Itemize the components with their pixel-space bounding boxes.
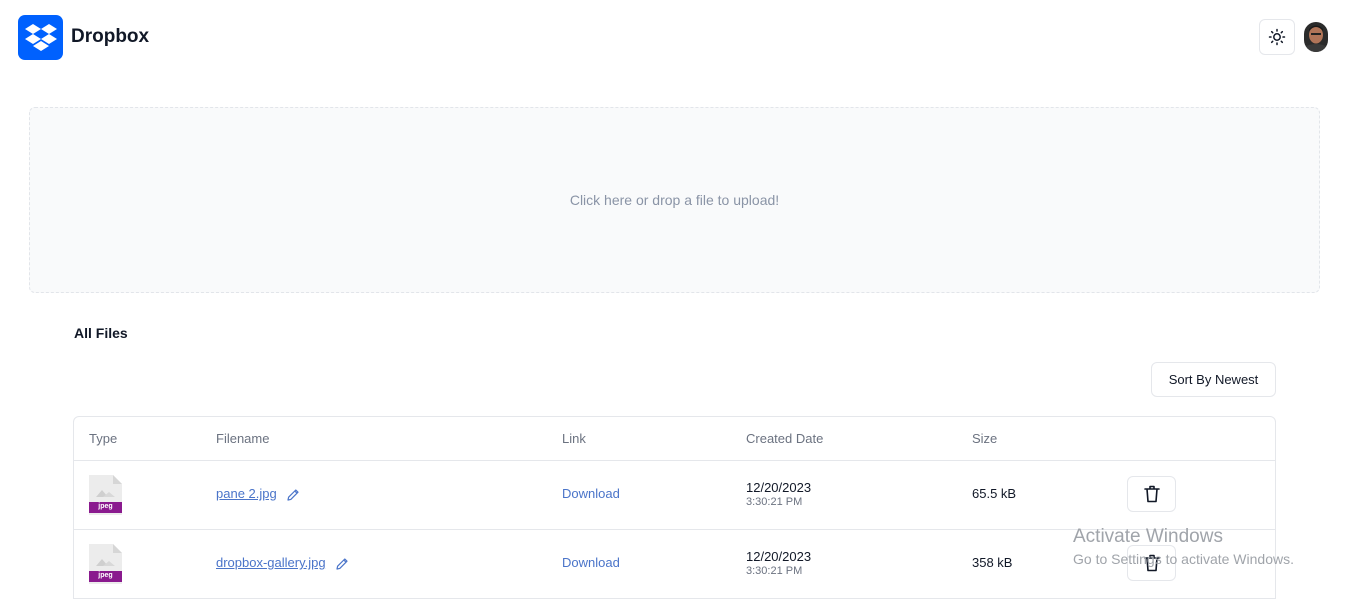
dropzone-text: Click here or drop a file to upload! (569, 192, 780, 208)
column-header-size: Size (972, 431, 998, 446)
file-size: 358 kB (972, 555, 1013, 570)
table-header: Type Filename Link Created Date Size (74, 417, 1275, 461)
files-table: Type Filename Link Created Date Size jpe… (73, 416, 1276, 599)
sort-button[interactable]: Sort By Newest (1151, 362, 1276, 397)
section-title: All Files (74, 325, 128, 341)
jpeg-file-icon: jpeg (89, 544, 122, 584)
created-time: 3:30:21 PM (746, 496, 803, 508)
activate-windows-watermark: Activate Windows Go to Settings to activ… (1073, 526, 1294, 567)
edit-pencil-icon[interactable] (286, 488, 300, 502)
file-size: 65.5 kB (972, 486, 1017, 501)
sun-icon (1268, 28, 1286, 46)
watermark-subtitle: Go to Settings to activate Windows. (1073, 551, 1294, 567)
filename-link[interactable]: dropbox-gallery.jpg (216, 555, 326, 570)
created-date: 12/20/2023 (746, 480, 812, 495)
watermark-title: Activate Windows (1073, 526, 1223, 547)
created-date: 12/20/2023 (746, 549, 812, 564)
file-type-label: jpeg (98, 572, 113, 579)
column-header-type: Type (89, 431, 118, 446)
column-header-filename: Filename (216, 431, 270, 446)
table-row: jpeg pane 2.jpg Download 12/20/2023 3:30… (74, 461, 1275, 530)
upload-dropzone[interactable]: Click here or drop a file to upload! (29, 107, 1320, 293)
delete-button[interactable] (1127, 476, 1176, 512)
column-header-created-date: Created Date (746, 431, 824, 446)
dropbox-logo-icon[interactable] (18, 15, 63, 60)
created-time: 3:30:21 PM (746, 565, 803, 577)
brand-name: Dropbox (71, 26, 150, 47)
file-type-label: jpeg (98, 503, 113, 510)
download-link[interactable]: Download (562, 555, 620, 570)
download-link[interactable]: Download (562, 486, 620, 501)
trash-icon (1143, 485, 1160, 503)
app-header: Dropbox (0, 0, 1348, 80)
user-avatar[interactable] (1304, 22, 1328, 52)
edit-pencil-icon[interactable] (335, 557, 349, 571)
jpeg-file-icon: jpeg (89, 475, 122, 515)
column-header-link: Link (562, 431, 586, 446)
filename-link[interactable]: pane 2.jpg (216, 486, 277, 501)
theme-toggle-button[interactable] (1259, 19, 1295, 55)
